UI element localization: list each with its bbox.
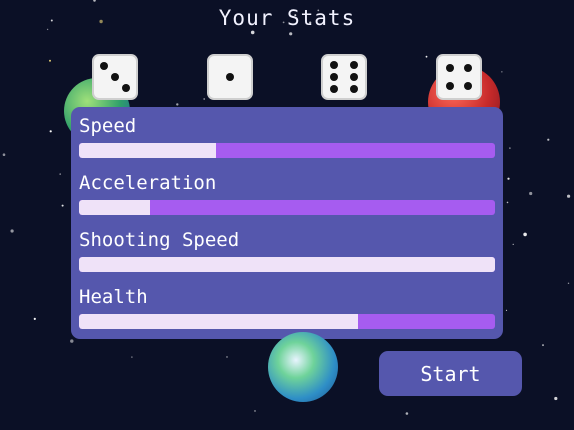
dice-six-icon xyxy=(321,54,367,100)
star xyxy=(176,103,179,106)
acceleration-bar-fill xyxy=(79,200,150,215)
star xyxy=(33,317,36,320)
star xyxy=(567,194,571,198)
star xyxy=(512,243,514,245)
star xyxy=(554,396,558,401)
star xyxy=(49,59,51,62)
start-button[interactable]: Start xyxy=(379,351,522,396)
star xyxy=(567,282,570,284)
stat-label-shooting-speed: Shooting Speed xyxy=(79,229,240,251)
speed-bar-fill xyxy=(79,143,217,158)
star xyxy=(505,309,508,311)
dice-four-icon xyxy=(436,54,482,100)
star xyxy=(59,173,61,175)
shooting-speed-bar-fill xyxy=(79,257,495,272)
star xyxy=(203,98,206,100)
stat-label-health: Health xyxy=(79,286,148,308)
star xyxy=(250,30,255,35)
star xyxy=(501,71,503,73)
star xyxy=(547,138,550,141)
star xyxy=(61,204,64,207)
dice-three-icon xyxy=(92,54,138,100)
shooting-speed-bar xyxy=(79,257,495,272)
stat-label-speed: Speed xyxy=(79,115,137,137)
star xyxy=(289,32,293,36)
star xyxy=(93,0,96,2)
star xyxy=(2,153,6,156)
health-bar xyxy=(79,314,495,329)
star xyxy=(425,55,428,58)
star xyxy=(254,410,256,412)
stats-panel: Speed Acceleration Shooting Speed Health xyxy=(71,107,503,339)
star xyxy=(523,232,527,237)
star xyxy=(70,339,74,343)
dice-one-icon xyxy=(207,54,253,100)
speed-bar xyxy=(79,143,495,158)
star xyxy=(10,229,14,233)
star xyxy=(506,201,509,204)
star xyxy=(542,344,544,347)
earth-planet xyxy=(268,332,338,402)
star xyxy=(131,356,133,358)
page-title: Your Stats xyxy=(218,6,356,30)
star xyxy=(509,147,511,149)
star xyxy=(49,130,52,133)
star xyxy=(507,177,510,180)
star xyxy=(405,412,409,415)
stat-label-acceleration: Acceleration xyxy=(79,172,217,194)
health-bar-fill xyxy=(79,314,358,329)
star xyxy=(529,191,533,196)
star xyxy=(226,356,228,358)
acceleration-bar xyxy=(79,200,495,215)
